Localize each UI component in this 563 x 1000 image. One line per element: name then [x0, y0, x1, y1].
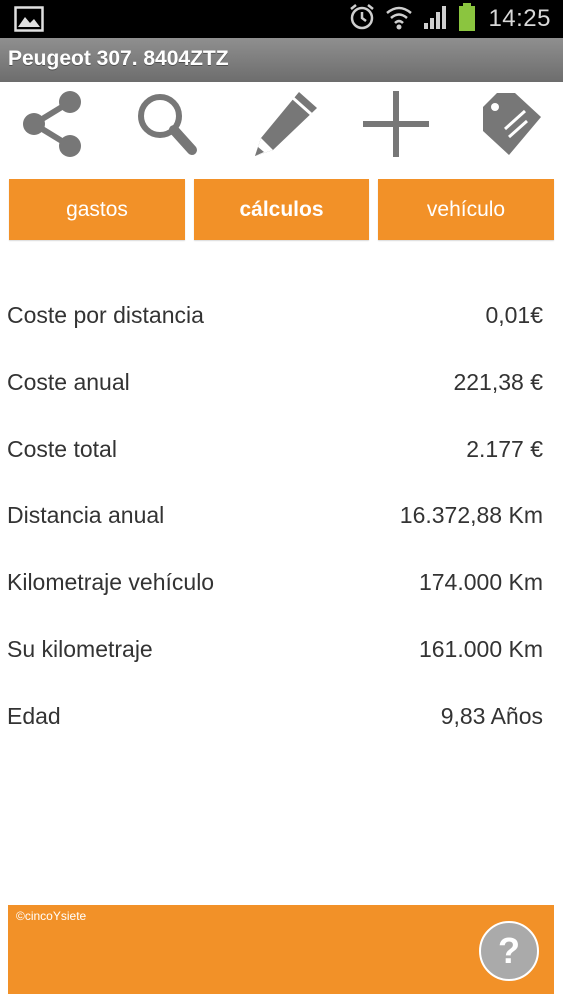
- row-value: 16.372,88 Km: [399, 502, 543, 529]
- tag-icon: [479, 89, 545, 164]
- row-value: 161.000 Km: [418, 635, 543, 662]
- share-button[interactable]: [13, 88, 93, 164]
- row-label: Coste anual: [7, 368, 130, 395]
- share-icon: [20, 90, 86, 163]
- row-label: Coste total: [7, 435, 117, 462]
- signal-icon: [422, 3, 450, 36]
- tab-vehiculo[interactable]: vehículo: [378, 179, 554, 240]
- row-label: Kilometraje vehículo: [7, 569, 215, 596]
- row-value: 2.177 €: [466, 435, 543, 462]
- calculations-list: Coste por distancia 0,01€ Coste anual 22…: [0, 284, 563, 752]
- battery-icon: [458, 2, 476, 37]
- add-button[interactable]: [356, 88, 436, 164]
- alarm-icon: [348, 3, 376, 36]
- list-item: Distancia anual 16.372,88 Km: [0, 484, 563, 551]
- status-time: 14:25: [488, 5, 551, 32]
- tab-label: cálculos: [239, 197, 324, 221]
- search-button[interactable]: [127, 88, 207, 164]
- list-item: Coste por distancia 0,01€: [0, 284, 563, 351]
- help-button[interactable]: ?: [479, 921, 539, 981]
- gallery-icon: [14, 6, 44, 37]
- row-value: 0,01€: [485, 302, 543, 328]
- row-value: 221,38 €: [453, 368, 543, 395]
- list-item: Edad 9,83 Años: [0, 685, 563, 752]
- tab-label: gastos: [66, 197, 128, 221]
- credit-text: ©cincoYsiete: [16, 909, 87, 923]
- add-icon: [361, 89, 431, 164]
- page-title: Peugeot 307. 8404ZTZ: [8, 47, 229, 70]
- list-item: Coste total 2.177 €: [0, 418, 563, 485]
- edit-icon: [247, 88, 321, 165]
- search-icon: [134, 90, 200, 163]
- row-value: 174.000 Km: [418, 569, 543, 596]
- help-icon: ?: [498, 930, 520, 971]
- row-value: 9,83 Años: [440, 702, 543, 729]
- title-bar: Peugeot 307. 8404ZTZ: [0, 38, 563, 82]
- tab-label: vehículo: [426, 197, 506, 221]
- footer-banner: ©cincoYsiete ?: [8, 905, 554, 994]
- tag-button[interactable]: [472, 88, 552, 164]
- status-bar: 14:25: [0, 0, 563, 38]
- toolbar: [0, 88, 563, 168]
- list-item: Coste anual 221,38 €: [0, 351, 563, 418]
- row-label: Coste por distancia: [7, 302, 204, 328]
- row-label: Distancia anual: [7, 502, 165, 529]
- row-label: Su kilometraje: [7, 635, 153, 662]
- row-label: Edad: [7, 702, 61, 729]
- list-item: Su kilometraje 161.000 Km: [0, 618, 563, 685]
- wifi-icon: [384, 3, 414, 36]
- edit-button[interactable]: [244, 88, 324, 164]
- tab-calculos[interactable]: cálculos: [194, 179, 369, 240]
- tab-gastos[interactable]: gastos: [9, 179, 185, 240]
- list-item: Kilometraje vehículo 174.000 Km: [0, 551, 563, 618]
